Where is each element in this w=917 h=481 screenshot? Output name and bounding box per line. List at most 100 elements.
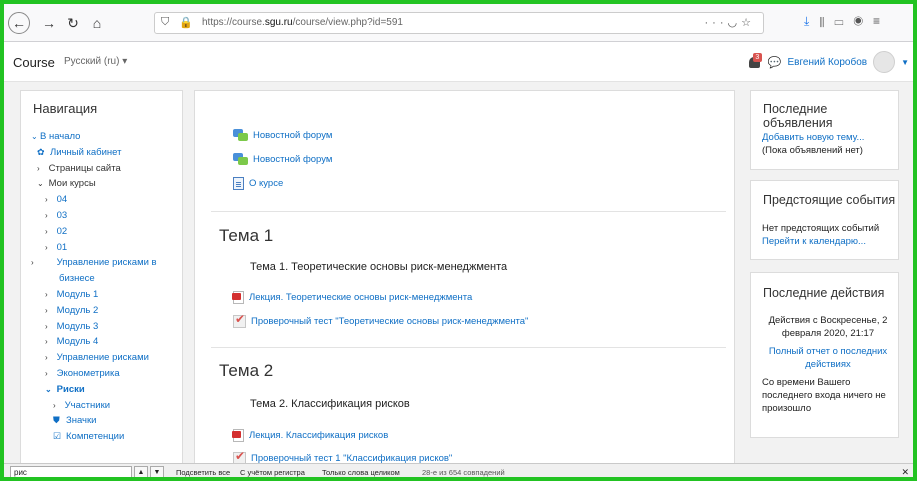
nav-item-site-pages[interactable]: › Страницы сайта [31,161,181,177]
nav-item-dashboard[interactable]: ✿ Личный кабинет [31,145,181,161]
news-block-title: Последние объявления [763,102,833,130]
section-title: Тема 1 [219,226,274,245]
forum-icon [233,153,248,165]
find-status: 28-е из 654 совпадений [422,468,505,477]
nav-item-my-courses[interactable]: ⌄ Мои курсы [31,176,181,192]
nav-item-course[interactable]: › Эконометрика [31,366,181,382]
more-actions-icon[interactable]: ··· [705,17,728,29]
bookmark-star-icon[interactable]: ☆ [741,17,755,29]
sidebar-icon[interactable]: ▭ [834,14,853,28]
chevron-right-icon: › [37,163,40,173]
toolbar-right: ⤓⫴▭◉≡ [804,14,890,29]
chevron-down-icon[interactable]: ▼ [901,58,909,67]
activity-resource[interactable]: Лекция. Классификация рисков [232,426,388,444]
lock-icon[interactable]: 🔒 [179,16,193,29]
chevron-down-icon: ⌄ [31,132,38,141]
menu-icon[interactable]: ≡ [873,14,890,28]
whole-words-toggle[interactable]: Только слова целиком [322,468,400,477]
checkbox-icon: ☑ [53,431,62,442]
activity-forum[interactable]: Новостной форум [233,126,332,144]
recent-block-title: Последние действия [763,286,885,300]
activity-quiz[interactable]: Проверочный тест "Теоретические основы р… [233,312,528,330]
recent-activity-block: Последние действия Действия с Воскресень… [750,272,899,438]
address-bar[interactable]: ⛉ 🔒 https://course.sgu.ru/course/view.ph… [154,12,764,34]
find-input[interactable]: рис [10,466,132,477]
page-actions[interactable]: ···◡☆ [705,16,755,29]
nav-item-course[interactable]: › Модуль 1 [31,287,181,303]
library-icon[interactable]: ⫴ [819,14,834,28]
nav-item-course[interactable]: › 02 [31,224,181,240]
find-next-button[interactable]: ▼ [150,466,164,477]
nav-item-course[interactable]: › Модуль 3 [31,319,181,335]
news-block: Последние объявления Добавить новую тему… [750,90,899,170]
events-block-title: Предстоящие события [763,193,896,207]
nav-item-current-course[interactable]: ⌄ Риски [31,382,181,398]
activity-forum[interactable]: Новостной форум [233,150,332,168]
back-arrow-icon[interactable]: ← [8,12,30,34]
nav-item-course[interactable]: › Управление рисками [31,350,181,366]
recent-since-text: Действия с Воскресенье, 2 февраля 2020, … [768,315,888,339]
pocket-icon[interactable]: ◡ [728,17,742,29]
page-icon [233,176,244,190]
notifications-bell-icon[interactable]: 3 [748,53,762,70]
nav-item-course[interactable]: › 04 [31,192,181,208]
home-icon[interactable]: ⌂ [86,12,108,34]
news-empty-text: (Пока объявлений нет) [762,145,863,156]
activity-resource[interactable]: Лекция. Теоретические основы риск-менедж… [232,288,472,306]
nav-item-home[interactable]: ⌄ В начало [31,129,181,145]
nav-item-badges[interactable]: ⛊ Значки [31,413,181,429]
navigation-tree: ⌄ В начало ✿ Личный кабинет › Страницы сай… [31,129,181,445]
chevron-down-icon: ⌄ [45,384,52,394]
close-icon[interactable]: ✕ [901,467,909,477]
nav-item-participants[interactable]: › Участники [31,398,181,414]
chevron-right-icon: › [45,321,48,331]
shield-icon[interactable]: ⛉ [161,16,169,29]
site-header: Course Русский (ru) ▾ 3 💬 Евгений Коробо… [4,42,913,82]
highlight-all-toggle[interactable]: Подсветить все [176,468,230,477]
dashboard-icon: ✿ [37,146,45,157]
reload-icon[interactable]: ↻ [62,12,84,34]
chevron-right-icon: › [45,353,48,363]
browser-toolbar: ← → ↻ ⌂ ⛉ 🔒 https://course.sgu.ru/course… [4,4,913,42]
quiz-icon [233,312,246,328]
nav-item-course[interactable]: › Модуль 2 [31,303,181,319]
user-name[interactable]: Евгений Коробов [788,57,868,68]
forward-arrow-icon[interactable]: → [38,12,60,34]
chevron-right-icon: › [45,226,48,236]
avatar[interactable] [873,51,896,73]
chevron-down-icon: ⌄ [37,179,44,189]
nav-item-course[interactable]: › Управление рисками в бизнесе [31,255,181,287]
nav-item-course[interactable]: › Модуль 4 [31,334,181,350]
chevron-right-icon: › [53,400,56,410]
account-icon[interactable]: ◉ [854,14,874,28]
nav-item-course[interactable]: › 03 [31,208,181,224]
pdf-icon [232,290,244,304]
chevron-right-icon: › [45,210,48,220]
pdf-icon [232,428,244,442]
find-previous-button[interactable]: ▲ [134,466,148,477]
chevron-right-icon: › [45,242,48,252]
language-menu[interactable]: Русский (ru) ▾ [64,56,127,67]
chevron-right-icon: › [45,305,48,315]
forum-icon [233,129,248,141]
chevron-right-icon: › [45,195,48,205]
events-empty-text: Нет предстоящих событий [762,223,880,234]
events-block: Предстоящие события Нет предстоящих собы… [750,180,899,260]
nav-item-course[interactable]: › 01 [31,240,181,256]
site-name[interactable]: Course [13,55,55,70]
section-summary: Тема 2. Классификация рисков [250,398,410,410]
find-bar: рис ▲ ▼ Подсветить все С учётом регистра… [4,463,913,477]
messages-icon[interactable]: 💬 [768,56,782,69]
shield-badge-icon: ⛊ [53,415,60,426]
match-case-toggle[interactable]: С учётом регистра [240,468,305,477]
download-icon[interactable]: ⤓ [804,14,819,28]
add-topic-link[interactable]: Добавить новую тему... [762,131,894,144]
section-summary: Тема 1. Теоретические основы риск-менедж… [250,261,508,273]
activity-page[interactable]: О курсе [233,174,283,192]
url-text[interactable]: https://course.sgu.ru/course/view.php?id… [202,17,403,28]
navigation-title: Навигация [33,101,98,116]
full-report-link[interactable]: Полный отчет о последних действиях [762,345,894,371]
calendar-link[interactable]: Перейти к календарю... [762,235,894,248]
nav-item-competencies[interactable]: ☑ Компетенции [31,429,181,445]
screenshot-frame: ← → ↻ ⌂ ⛉ 🔒 https://course.sgu.ru/course… [0,0,917,481]
